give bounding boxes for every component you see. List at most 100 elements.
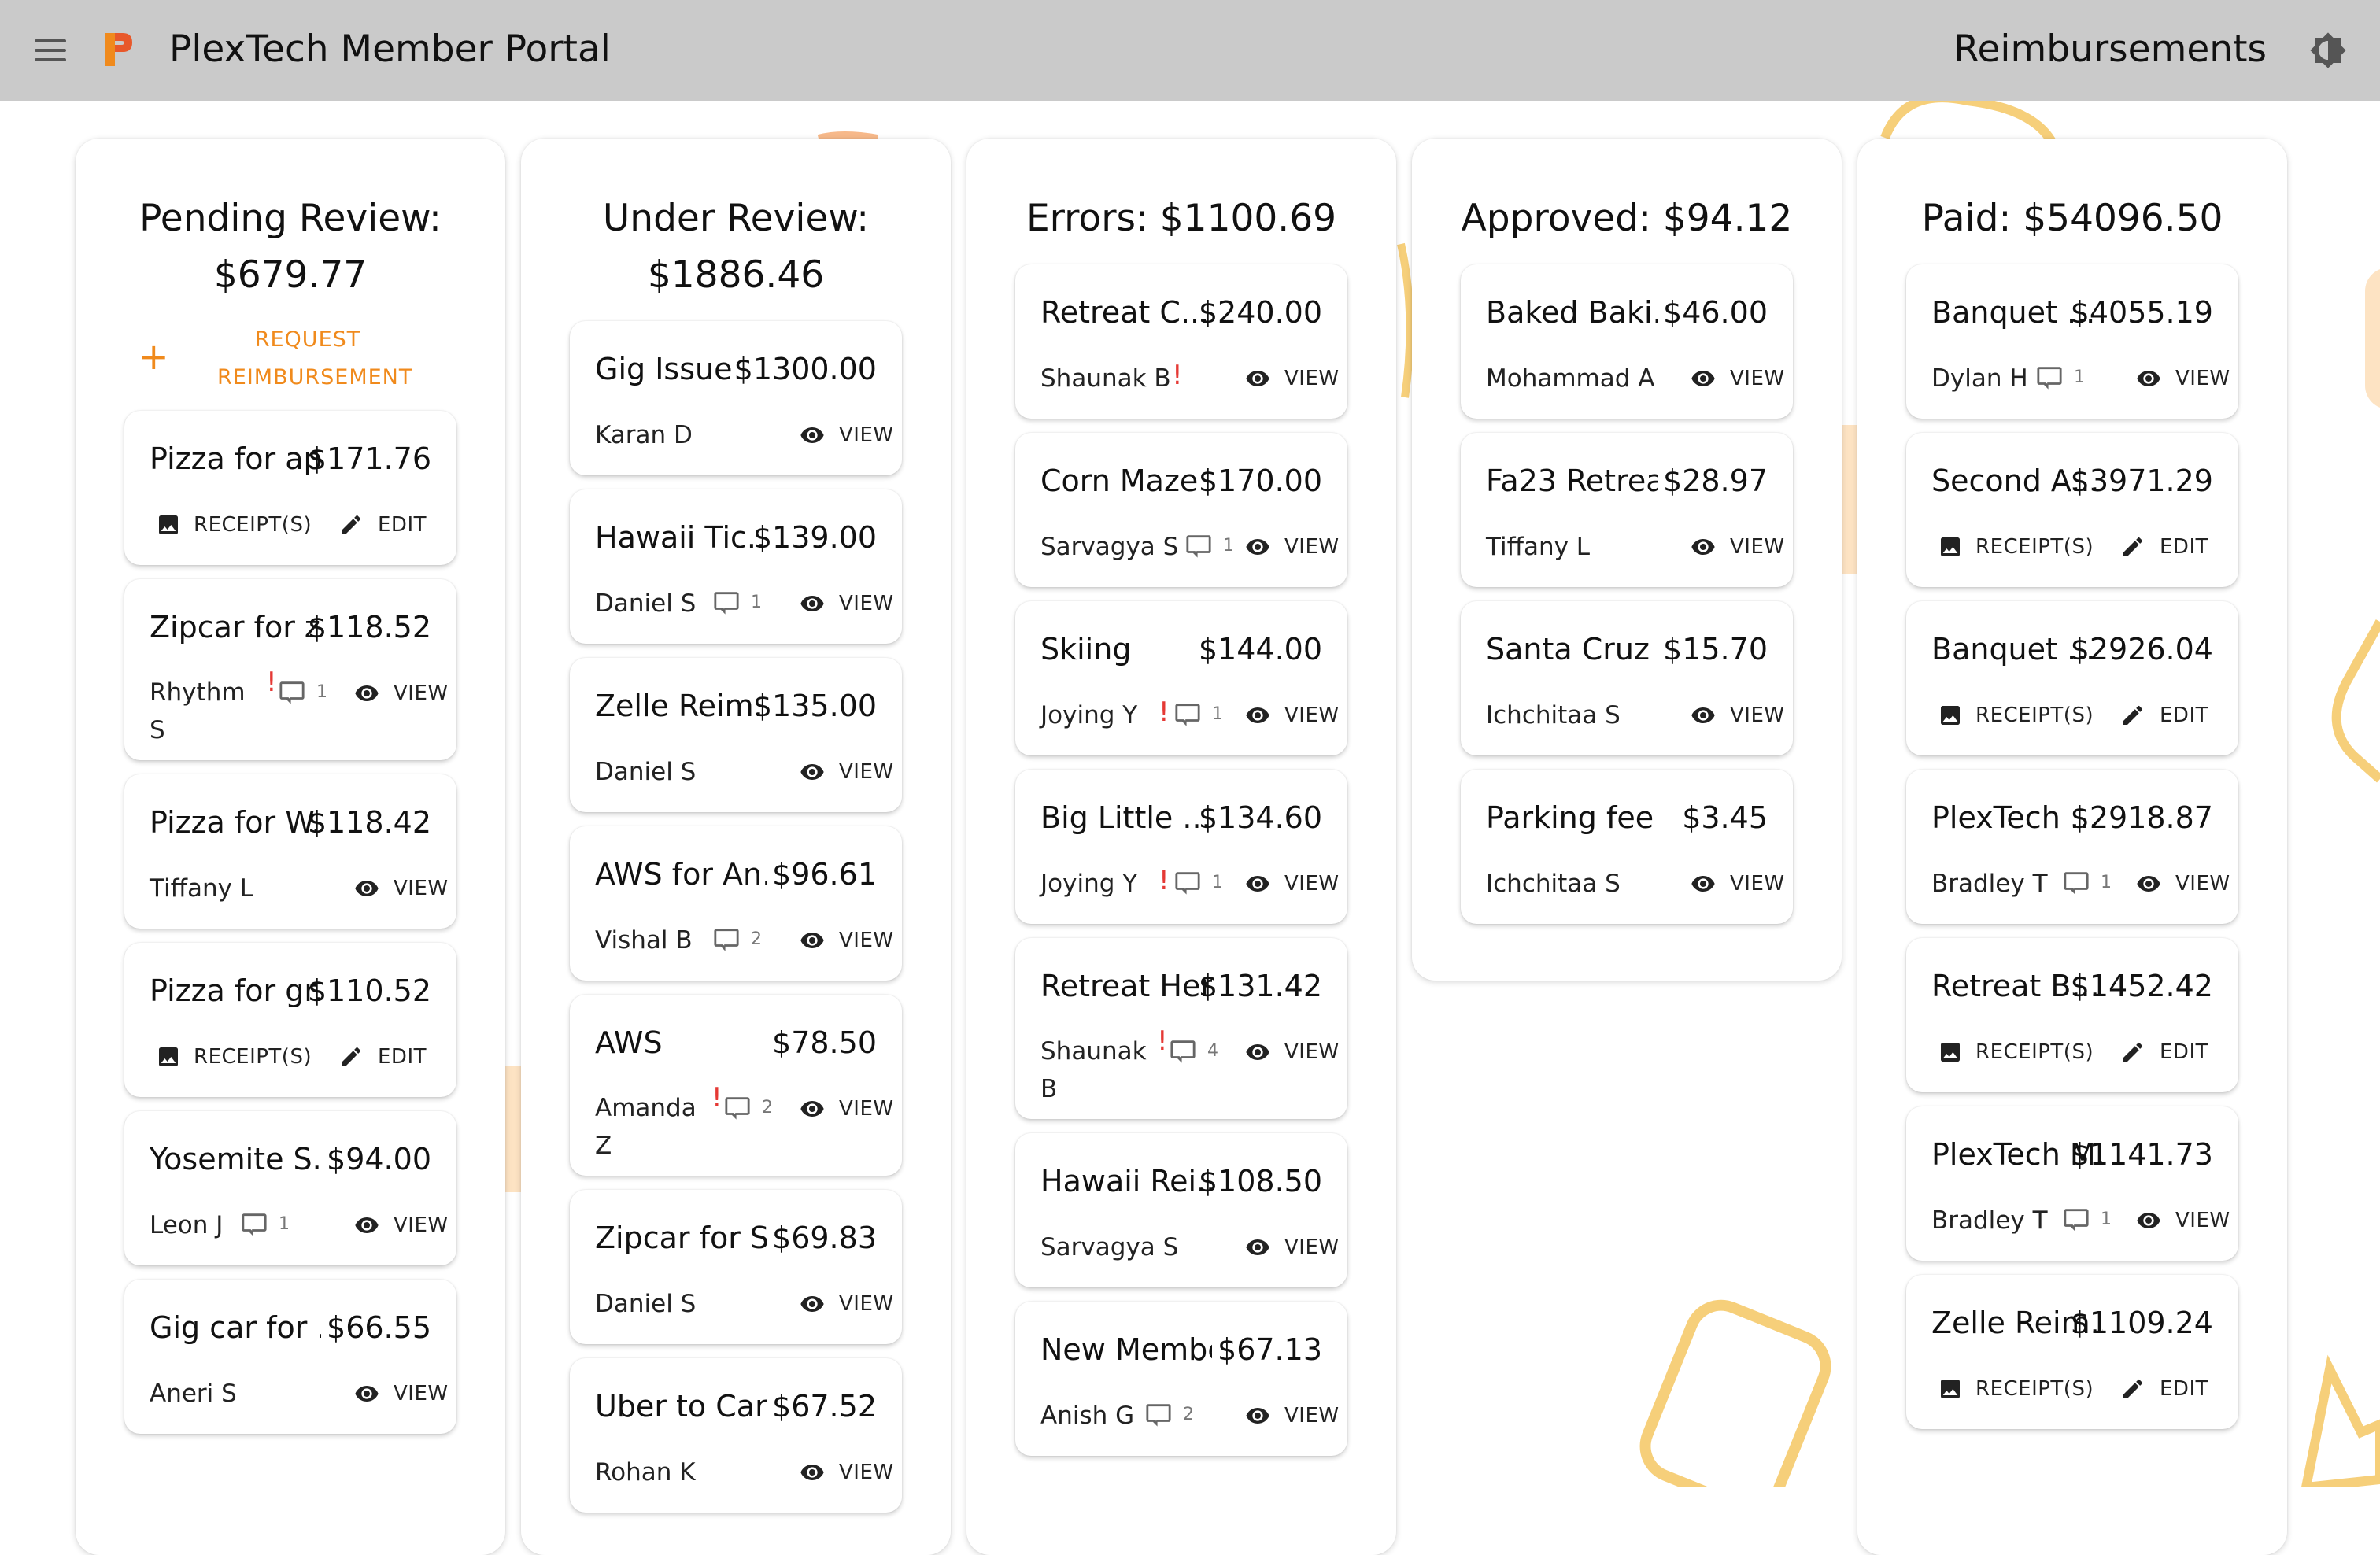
reimbursement-card[interactable]: Pizza for gr...$110.52 RECEIPT(S) EDIT (124, 943, 456, 1097)
view-label: VIEW (394, 681, 449, 705)
receipts-button[interactable]: RECEIPT(S) (1938, 530, 2094, 563)
reimbursement-card[interactable]: Baked Baki...$46.00 Mohammad A VIEW (1461, 264, 1793, 419)
reimbursement-card[interactable]: Uber to Car...$67.52 Rohan K VIEW (570, 1358, 902, 1513)
reimbursement-card[interactable]: Gig Issue $1300.00 Karan D VIEW (570, 321, 902, 475)
deco-rounded-square (1639, 1299, 1831, 1487)
view-button[interactable]: VIEW (354, 1209, 448, 1242)
comment-icon[interactable] (2063, 869, 2090, 896)
edit-button[interactable]: EDIT (2120, 699, 2208, 732)
reimbursement-card[interactable]: Zelle Reim... $135.00 Daniel S VIEW (570, 658, 902, 812)
comment-icon[interactable] (2063, 1206, 2090, 1232)
comment-icon[interactable] (1170, 1037, 1196, 1064)
view-label: VIEW (839, 1097, 894, 1121)
view-button[interactable]: VIEW (800, 1456, 893, 1489)
receipts-button[interactable]: RECEIPT(S) (156, 508, 312, 541)
view-button[interactable]: VIEW (2136, 362, 2230, 395)
view-button[interactable]: VIEW (2136, 1204, 2230, 1237)
edit-button[interactable]: EDIT (2120, 1372, 2208, 1405)
reimbursement-card[interactable]: Skiing $144.00 Joying Y! 1 VIEW (1015, 601, 1347, 755)
reimbursement-card[interactable]: Santa Cruz ...$15.70 Ichchitaa S VIEW (1461, 601, 1793, 755)
view-button[interactable]: VIEW (800, 419, 893, 452)
reimbursement-card[interactable]: AWS for An...$96.61 Vishal B 2 VIEW (570, 826, 902, 981)
reimbursement-card[interactable]: Zipcar for z...$118.52 Rhythm S! 1 VIEW (124, 579, 456, 760)
comment-icon[interactable] (2036, 364, 2063, 390)
view-button[interactable]: VIEW (800, 1092, 893, 1125)
edit-label: EDIT (2160, 704, 2208, 727)
brightness-icon[interactable] (2309, 31, 2347, 69)
comment-icon[interactable] (1174, 869, 1201, 896)
view-button[interactable]: VIEW (1245, 530, 1339, 563)
view-button[interactable]: VIEW (1691, 362, 1784, 395)
view-button[interactable]: VIEW (1245, 362, 1339, 395)
view-button[interactable]: VIEW (1691, 867, 1784, 900)
view-button[interactable]: VIEW (1245, 699, 1339, 732)
reimbursement-card[interactable]: Fa23 Retrea...$28.97 Tiffany L VIEW (1461, 433, 1793, 587)
comment-icon[interactable] (1185, 532, 1212, 559)
comment-count: 1 (2101, 1210, 2112, 1229)
view-button[interactable]: VIEW (800, 1287, 893, 1320)
eye-icon (1691, 707, 1715, 723)
receipts-button[interactable]: RECEIPT(S) (1938, 1036, 2094, 1069)
comment-icon[interactable] (279, 678, 305, 705)
edit-button[interactable]: EDIT (2120, 1036, 2208, 1069)
hamburger-menu-icon[interactable] (35, 39, 66, 61)
view-button[interactable]: VIEW (1691, 530, 1784, 563)
receipts-button[interactable]: RECEIPT(S) (1938, 1372, 2094, 1405)
card-amount: $134.60 (1198, 800, 1322, 835)
card-actions-row: Bradley T 1 VIEW (1906, 1204, 2238, 1237)
receipts-label: RECEIPT(S) (1975, 704, 2094, 727)
view-button[interactable]: VIEW (2136, 867, 2230, 900)
card-amount: $2918.87 (2070, 800, 2213, 835)
submitter-name: Rhythm S (150, 678, 246, 744)
reimbursement-card[interactable]: Corn Maze $170.00 Sarvagya S 1 VIEW (1015, 433, 1347, 587)
view-button[interactable]: VIEW (800, 755, 893, 789)
reimbursement-card[interactable]: Zelle Reim... $1109.24 RECEIPT(S) EDIT (1906, 1275, 2238, 1429)
view-button[interactable]: VIEW (354, 872, 448, 905)
reimbursement-card[interactable]: Zipcar for S...$69.83 Daniel S VIEW (570, 1190, 902, 1344)
deco-rounded-shape (2331, 619, 2380, 783)
reimbursement-card[interactable]: Gig car for ...$66.55 Aneri S VIEW (124, 1280, 456, 1434)
reimbursement-card[interactable]: New Membe...$67.13 Anish G 2 VIEW (1015, 1302, 1347, 1456)
eye-icon (2137, 1213, 2160, 1228)
reimbursement-card[interactable]: Banquet ... $4055.19 Dylan H 1 VIEW (1906, 264, 2238, 419)
reimbursement-card[interactable]: Banquet ... $2926.04 RECEIPT(S) EDIT (1906, 601, 2238, 755)
comment-icon[interactable] (713, 925, 740, 952)
reimbursement-card[interactable]: Retreat C... $240.00 Shaunak B! VIEW (1015, 264, 1347, 419)
view-button[interactable]: VIEW (354, 677, 448, 710)
receipts-label: RECEIPT(S) (194, 513, 312, 537)
card-amount: $15.70 (1663, 632, 1768, 667)
comment-icon[interactable] (241, 1210, 268, 1237)
reimbursement-card[interactable]: Yosemite S...$94.00 Leon J 1 VIEW (124, 1111, 456, 1265)
request-reimbursement-button[interactable]: + REQUEST REIMBURSEMENT (76, 321, 505, 398)
receipts-button[interactable]: RECEIPT(S) (1938, 699, 2094, 732)
comment-icon[interactable] (1174, 700, 1201, 727)
view-button[interactable]: VIEW (800, 587, 893, 620)
reimbursement-card[interactable]: Hawaii Rei... $108.50 Sarvagya S VIEW (1015, 1133, 1347, 1287)
view-button[interactable]: VIEW (1245, 867, 1339, 900)
reimbursement-card[interactable]: AWS $78.50 Amanda Z! 2 VIEW (570, 995, 902, 1176)
view-button[interactable]: VIEW (1245, 1036, 1339, 1069)
reimbursement-card[interactable]: Big Little ... $134.60 Joying Y! 1 VIEW (1015, 770, 1347, 924)
reimbursement-card[interactable]: Second A... $3971.29 RECEIPT(S) EDIT (1906, 433, 2238, 587)
reimbursement-card[interactable]: Parking fee f... $3.45 Ichchitaa S VIEW (1461, 770, 1793, 924)
reimbursement-card[interactable]: Retreat B... $1452.42 RECEIPT(S) EDIT (1906, 938, 2238, 1092)
edit-button[interactable]: EDIT (338, 1040, 427, 1073)
reimbursement-card[interactable]: PlexTech ... $2918.87 Bradley T 1 VIEW (1906, 770, 2238, 924)
reimbursement-card[interactable]: Pizza for ap...$171.76 RECEIPT(S) EDIT (124, 411, 456, 565)
reimbursement-card[interactable]: PlexTech M...$1141.73Bradley T1VIEW (1906, 1106, 2238, 1261)
comment-icon[interactable] (1145, 1401, 1172, 1428)
edit-button[interactable]: EDIT (338, 508, 427, 541)
reimbursement-card[interactable]: Pizza for W... $118.42 Tiffany L VIEW (124, 774, 456, 929)
edit-button[interactable]: EDIT (2120, 530, 2208, 563)
reimbursement-card[interactable]: Hawaii Tic... $139.00 Daniel S 1 VIEW (570, 489, 902, 644)
view-button[interactable]: VIEW (1691, 699, 1784, 732)
view-button[interactable]: VIEW (1245, 1399, 1339, 1432)
comment-icon[interactable] (713, 589, 740, 615)
view-button[interactable]: VIEW (354, 1377, 448, 1410)
view-button[interactable]: VIEW (1245, 1231, 1339, 1264)
receipts-button[interactable]: RECEIPT(S) (156, 1040, 312, 1073)
comment-count: 1 (2101, 873, 2112, 892)
comment-icon[interactable] (724, 1094, 751, 1121)
reimbursement-card[interactable]: Retreat Her...$131.42 Shaunak B! 4 VIEW (1015, 938, 1347, 1119)
view-button[interactable]: VIEW (800, 924, 893, 957)
